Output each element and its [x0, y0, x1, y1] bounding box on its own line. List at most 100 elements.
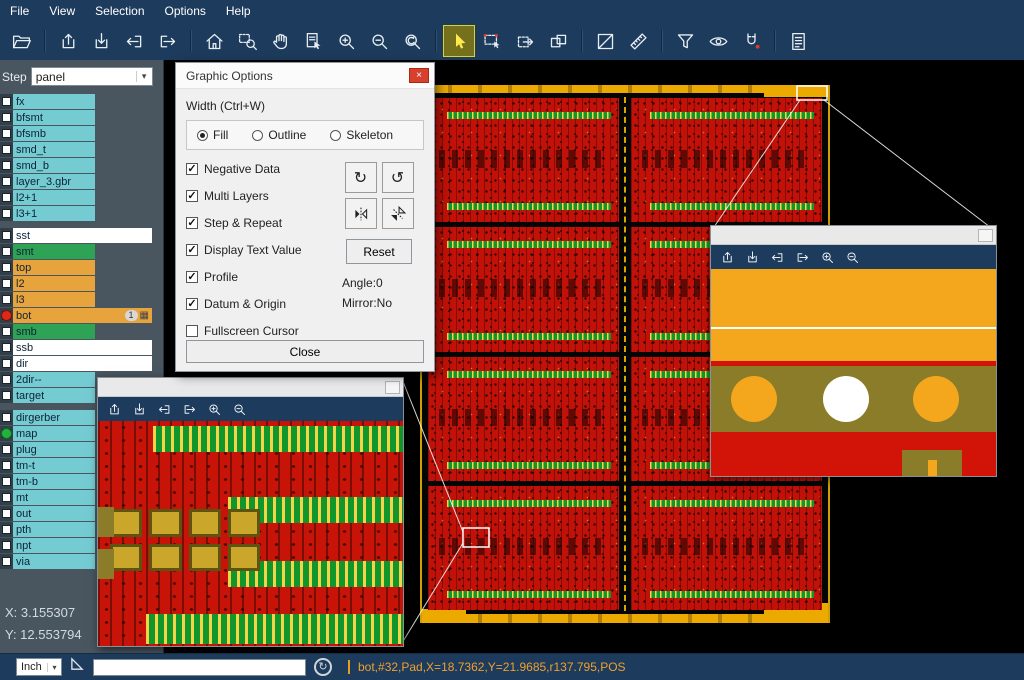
menu-selection[interactable]: Selection	[95, 4, 144, 18]
radio-outline[interactable]: Outline	[252, 128, 306, 142]
ruler-button[interactable]	[623, 26, 653, 56]
mag-move-out-button[interactable]	[792, 247, 812, 267]
layer-name[interactable]: smb	[13, 324, 95, 339]
layer-row[interactable]: l2	[0, 276, 163, 291]
mag-export-button[interactable]	[129, 399, 149, 419]
layer-row[interactable]: layer_3.gbr	[0, 174, 163, 189]
sheet-select-button[interactable]	[298, 26, 328, 56]
layer-name[interactable]: target	[13, 388, 95, 403]
zoom-out-button[interactable]	[364, 26, 394, 56]
layer-visibility-checkbox[interactable]	[2, 247, 11, 256]
menu-help[interactable]: Help	[226, 4, 251, 18]
open-file-button[interactable]	[6, 26, 36, 56]
layer-name[interactable]: map	[13, 426, 95, 441]
checkbox-multi-layers[interactable]: ✓ Multi Layers	[186, 189, 334, 203]
layer-visibility-checkbox[interactable]	[2, 295, 11, 304]
move-out-button[interactable]	[152, 26, 182, 56]
checkbox-negative-data[interactable]: ✓ Negative Data	[186, 162, 334, 176]
mag-zoom-in-button[interactable]	[817, 247, 837, 267]
layer-name[interactable]: l2+1	[13, 190, 95, 205]
import-button[interactable]	[53, 26, 83, 56]
checkbox-datum-origin[interactable]: ✓ Datum & Origin	[186, 297, 334, 311]
layer-row[interactable]: smd_t	[0, 142, 163, 157]
layer-visibility-checkbox[interactable]	[2, 97, 11, 106]
layer-name[interactable]: smt	[13, 244, 95, 259]
snap-button[interactable]	[736, 26, 766, 56]
zoom-in-button[interactable]	[331, 26, 361, 56]
layer-row[interactable]: bot1▦	[0, 308, 163, 323]
layer-name[interactable]: bfsmb	[13, 126, 95, 141]
layer-name[interactable]: dirgerber	[13, 410, 95, 425]
mag-export-button[interactable]	[742, 247, 762, 267]
rotate-ccw-button[interactable]: ↺	[382, 162, 414, 193]
layer-visibility-checkbox[interactable]	[2, 359, 11, 368]
chevron-down-icon[interactable]: ▾	[136, 71, 152, 82]
home-view-button[interactable]	[199, 26, 229, 56]
layer-visibility-checkbox[interactable]	[2, 193, 11, 202]
mag-move-in-button[interactable]	[767, 247, 787, 267]
dialog-close-button[interactable]: ×	[409, 68, 429, 83]
layer-name[interactable]: tm-b	[13, 474, 95, 489]
layer-name[interactable]: l2	[13, 276, 95, 291]
layer-row[interactable]: l3+1	[0, 206, 163, 221]
unit-combobox[interactable]: Inch ▾	[16, 658, 62, 676]
layer-visibility-checkbox[interactable]	[2, 129, 11, 138]
layer-visibility-checkbox[interactable]	[2, 145, 11, 154]
layer-name[interactable]: pth	[13, 522, 95, 537]
layer-visibility-checkbox[interactable]	[2, 493, 11, 502]
layer-name[interactable]: dir	[13, 356, 152, 371]
window-control-button[interactable]	[385, 381, 400, 394]
pan-button[interactable]	[265, 26, 295, 56]
layer-name[interactable]: ssb	[13, 340, 152, 355]
layer-name[interactable]: npt	[13, 538, 95, 553]
layer-visibility-checkbox[interactable]	[2, 279, 11, 288]
layer-visibility-checkbox[interactable]	[2, 477, 11, 486]
layer-name[interactable]: l3+1	[13, 206, 95, 221]
layer-name[interactable]: layer_3.gbr	[13, 174, 95, 189]
layer-visibility-checkbox[interactable]	[2, 375, 11, 384]
menu-file[interactable]: File	[10, 4, 29, 18]
mag-zoom-out-button[interactable]	[842, 247, 862, 267]
command-input[interactable]	[93, 659, 306, 676]
checkbox-step-repeat[interactable]: ✓ Step & Repeat	[186, 216, 334, 230]
layer-visibility-checkbox[interactable]	[2, 413, 11, 422]
layer-visibility-checkbox[interactable]	[2, 557, 11, 566]
layer-name[interactable]: plug	[13, 442, 95, 457]
export-button[interactable]	[86, 26, 116, 56]
checkbox-fullscreen-cursor[interactable]: ✓ Fullscreen Cursor	[186, 324, 334, 338]
chevron-down-icon[interactable]: ▾	[47, 663, 61, 672]
layer-row[interactable]: smd_b	[0, 158, 163, 173]
layer-visibility-checkbox[interactable]	[2, 113, 11, 122]
filter-button[interactable]	[670, 26, 700, 56]
layer-row[interactable]: bfsmb	[0, 126, 163, 141]
layer-visibility-checkbox[interactable]	[2, 209, 11, 218]
layer-visibility-checkbox[interactable]	[2, 327, 11, 336]
step-combobox[interactable]: panel ▾	[31, 67, 153, 86]
checkbox-profile[interactable]: ✓ Profile	[186, 270, 334, 284]
layer-name[interactable]: sst	[13, 228, 152, 243]
mag-move-in-button[interactable]	[154, 399, 174, 419]
refresh-button[interactable]: ↻	[314, 658, 332, 676]
layer-name[interactable]: top	[13, 260, 95, 275]
magnifier-left-titlebar[interactable]	[98, 378, 403, 397]
mag-move-out-button[interactable]	[179, 399, 199, 419]
mag-zoom-in-button[interactable]	[204, 399, 224, 419]
layer-visibility-checkbox[interactable]	[2, 161, 11, 170]
layer-row[interactable]: smb	[0, 324, 163, 339]
layer-row[interactable]: l2+1	[0, 190, 163, 205]
layer-name[interactable]: fx	[13, 94, 95, 109]
layer-row[interactable]: ssb	[0, 340, 163, 355]
layer-name[interactable]: bfsmt	[13, 110, 95, 125]
layer-visibility-checkbox[interactable]	[2, 343, 11, 352]
checkbox-display-text-value[interactable]: ✓ Display Text Value	[186, 243, 334, 257]
layer-name[interactable]: mt	[13, 490, 95, 505]
layer-visibility-checkbox[interactable]	[2, 445, 11, 454]
move-in-button[interactable]	[119, 26, 149, 56]
layer-name[interactable]: via	[13, 554, 95, 569]
layer-visibility-checkbox[interactable]	[2, 263, 11, 272]
layer-row[interactable]: l3	[0, 292, 163, 307]
layer-name[interactable]: bot1▦	[13, 308, 152, 323]
layer-row[interactable]: top	[0, 260, 163, 275]
window-control-button[interactable]	[978, 229, 993, 242]
layer-row[interactable]: bfsmt	[0, 110, 163, 125]
